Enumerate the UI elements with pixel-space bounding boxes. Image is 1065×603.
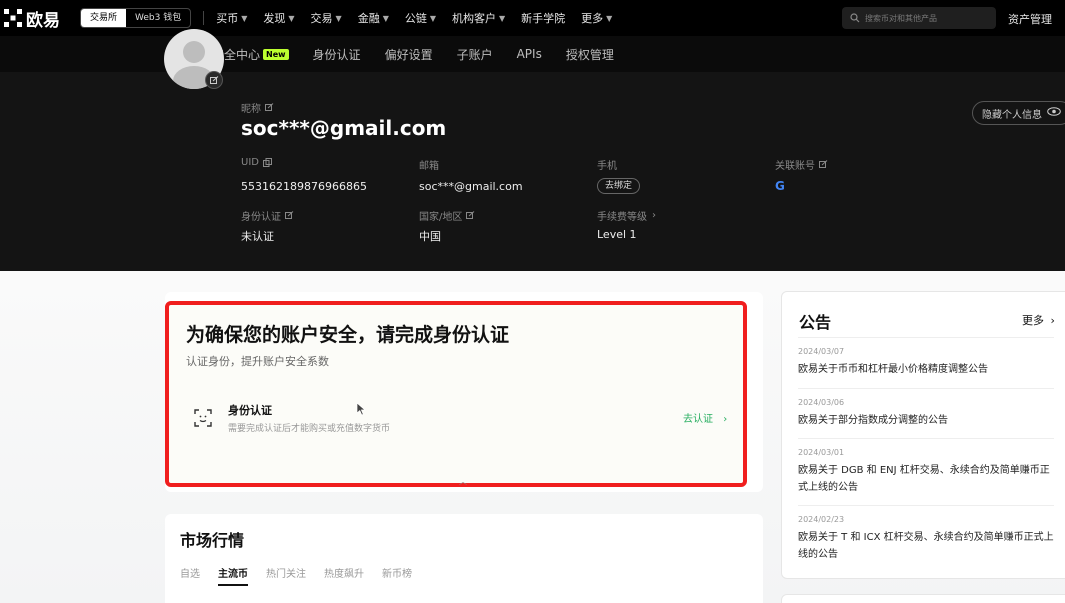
market-tab-favorites[interactable]: 自选 [180, 565, 200, 586]
chevron-down-icon: ▼ [241, 13, 248, 23]
nav-more[interactable]: 更多 ▼ [581, 10, 612, 26]
secondary-card [781, 594, 1065, 603]
search-input[interactable]: 搜索币对和其他产品 [842, 7, 996, 29]
divider [798, 388, 1054, 389]
nav-institutional[interactable]: 机构客户 ▼ [452, 10, 505, 26]
tab-authorization[interactable]: 授权管理 [566, 46, 614, 63]
chevron-right-icon: › [1050, 314, 1055, 327]
bind-phone-button[interactable]: 去绑定 [597, 178, 641, 194]
nav-discover[interactable]: 发现 ▼ [263, 10, 294, 26]
okx-logo[interactable]: 欧易 [4, 6, 60, 31]
announcement-item[interactable]: 2024/03/06 欧易关于部分指数成分调整的公告 [798, 398, 1054, 429]
region-label: 国家/地区 [419, 208, 475, 223]
verify-subtitle: 认证身份，提升账户安全系数 [186, 355, 329, 368]
edit-icon[interactable] [819, 160, 828, 169]
account-email-title: soc***@gmail.com [241, 116, 447, 140]
top-nav: 欧易 交易所 Web3 钱包 买币 ▼ 发现 ▼ 交易 ▼ 金融 ▼ 公链 ▼ 机构客户 ▼… [0, 0, 1065, 36]
verify-row-desc: 需要完成认证后才能购买或充值数字货币 [228, 424, 391, 434]
main-menu: 买币 ▼ 发现 ▼ 交易 ▼ 金融 ▼ 公链 ▼ 机构客户 ▼ 新手学院 更多 ▼ [216, 10, 628, 26]
kyc-label: 身份认证 [241, 208, 294, 223]
avatar-head-shape [183, 41, 205, 63]
announcement-item[interactable]: 2024/03/01 欧易关于 DGB 和 ENJ 杠杆交易、永续合约及简单赚币… [798, 448, 1054, 496]
chevron-right-icon: › [723, 414, 728, 425]
collapse-chevron-icon[interactable]: ︿ [459, 476, 467, 487]
announcement-item[interactable]: 2024/03/07 欧易关于币币和杠杆最小价格精度调整公告 [798, 347, 1054, 378]
go-verify-link[interactable]: 去认证 › [683, 410, 727, 425]
chevron-down-icon: ▼ [499, 13, 506, 23]
avatar-edit-icon[interactable] [205, 71, 223, 89]
divider [798, 505, 1054, 506]
nav-buy-crypto[interactable]: 买币 ▼ [216, 10, 247, 26]
uid-value: 553162189876966865 [241, 180, 367, 193]
market-title: 市场行情 [180, 531, 245, 550]
eye-icon [1047, 107, 1061, 119]
email-value: soc***@gmail.com [419, 180, 523, 193]
switch-exchange[interactable]: 交易所 [81, 9, 127, 27]
face-scan-icon [193, 408, 213, 432]
logo-text: 欧易 [26, 10, 60, 31]
market-tab-new-listings[interactable]: 新币榜 [382, 565, 412, 586]
google-icon: G [775, 179, 785, 193]
nickname-label: 昵称 [241, 100, 274, 115]
nav-chain[interactable]: 公链 ▼ [405, 10, 436, 26]
nav-divider [203, 11, 205, 25]
hide-personal-info-toggle[interactable]: 隐藏个人信息 [972, 101, 1065, 125]
edit-icon[interactable] [265, 103, 274, 112]
announcements-title: 公告 [799, 313, 832, 332]
switch-web3-wallet[interactable]: Web3 钱包 [126, 9, 190, 27]
chevron-down-icon: ▼ [335, 13, 342, 23]
edit-icon[interactable] [466, 211, 475, 220]
nav-finance[interactable]: 金融 ▼ [358, 10, 389, 26]
phone-label: 手机 [597, 161, 617, 172]
announcements-more-link[interactable]: 更多 › [1022, 312, 1055, 328]
tab-preferences[interactable]: 偏好设置 [385, 46, 433, 63]
divider [798, 438, 1054, 439]
edit-icon[interactable] [285, 211, 294, 220]
market-tab-trending[interactable]: 热度飙升 [324, 565, 364, 586]
market-tabs: 自选 主流币 热门关注 热度飙升 新币榜 [180, 565, 430, 586]
email-label: 邮箱 [419, 161, 439, 172]
fee-level-label[interactable]: 手续费等级 › [597, 208, 656, 223]
linked-account-label: 关联账号 [775, 157, 828, 172]
chevron-down-icon: ▼ [606, 13, 613, 23]
chevron-right-icon: › [652, 210, 656, 221]
nav-academy[interactable]: 新手学院 [521, 10, 565, 26]
tab-sub-accounts[interactable]: 子账户 [457, 46, 493, 63]
search-placeholder: 搜索币对和其他产品 [865, 13, 937, 23]
verify-row-title: 身份认证 [228, 404, 272, 417]
market-card [165, 514, 763, 603]
kyc-status: 未认证 [241, 230, 274, 243]
fee-level-value: Level 1 [597, 228, 637, 241]
chevron-down-icon: ▼ [382, 13, 389, 23]
chevron-down-icon: ▼ [429, 13, 437, 23]
uid-label: UID [241, 157, 272, 168]
tab-apis[interactable]: APIs [517, 47, 542, 61]
verify-title: 为确保您的账户安全，请完成身份认证 [186, 324, 510, 346]
exchange-wallet-switch[interactable]: 交易所 Web3 钱包 [80, 8, 192, 28]
divider [798, 337, 1054, 338]
market-tab-hot[interactable]: 热门关注 [266, 565, 306, 586]
account-subnav: 总览 安全中心 New 身份认证 偏好设置 子账户 APIs 授权管理 [0, 36, 1065, 72]
search-icon [850, 13, 860, 23]
okx-logo-icon [4, 9, 22, 27]
market-tab-major[interactable]: 主流币 [218, 565, 248, 586]
copy-icon[interactable] [262, 158, 272, 167]
new-badge: New [263, 48, 289, 60]
region-value: 中国 [419, 230, 441, 243]
announcement-item[interactable]: 2024/02/23 欧易关于 T 和 ICX 杠杆交易、永续合约及简单赚币正式… [798, 515, 1054, 563]
nav-trade[interactable]: 交易 ▼ [311, 10, 342, 26]
asset-management-menu[interactable]: 资产管理 [1008, 11, 1052, 27]
chevron-down-icon: ▼ [288, 13, 295, 23]
profile-header [0, 72, 1065, 271]
mouse-cursor-icon [356, 401, 368, 420]
tab-identity-verification[interactable]: 身份认证 [313, 46, 361, 63]
